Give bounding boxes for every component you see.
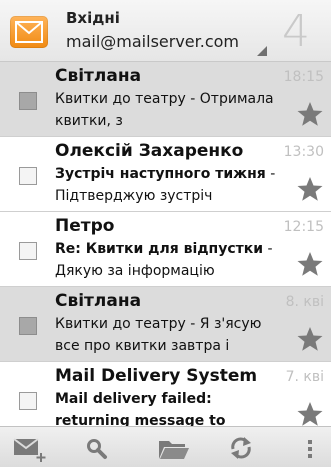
message-subject: Re: Квитки для відпустки [55, 241, 264, 257]
message-sender: Петро [55, 216, 115, 236]
star-icon[interactable] [296, 100, 324, 128]
refresh-icon [231, 437, 251, 459]
folders-button[interactable] [140, 427, 200, 467]
message-sender: Mail Delivery System [55, 366, 258, 386]
folder-name: Вхідні [66, 9, 120, 27]
message-date: 7. кві [285, 369, 324, 385]
overflow-menu-button[interactable] [290, 427, 330, 467]
message-subject: Зустріч наступного тижня [55, 166, 266, 182]
message-checkbox[interactable] [19, 167, 37, 185]
compose-button[interactable] [0, 427, 60, 467]
message-subject: Mail delivery failed: returning message … [55, 391, 226, 429]
message-checkbox[interactable] [19, 317, 37, 335]
message-preview: Re: Квитки для відпустки - Дякую за інфо… [55, 238, 277, 282]
account-email: mail@mailserver.com [66, 32, 239, 51]
message-sender: Олексій Захаренко [55, 141, 244, 161]
message-preview: Квитки до театру - Я з'ясую все про квит… [55, 313, 277, 357]
message-checkbox[interactable] [19, 92, 37, 110]
star-icon[interactable] [296, 250, 324, 278]
message-checkbox[interactable] [19, 242, 37, 260]
refresh-button[interactable] [210, 427, 270, 467]
search-button[interactable] [68, 427, 128, 467]
account-header[interactable]: Вхідні mail@mailserver.com 4 [0, 0, 331, 62]
folder-icon [159, 441, 189, 459]
message-sender: Світлана [55, 66, 142, 86]
message-preview: Зустріч наступного тижня - Підтверджую з… [55, 163, 277, 207]
unread-count: 4 [282, 6, 310, 57]
star-icon[interactable] [296, 175, 324, 203]
overflow-menu-icon [308, 440, 312, 458]
message-row[interactable]: Світлана Квитки до театру - Отримала кви… [0, 62, 331, 137]
message-checkbox[interactable] [19, 392, 37, 410]
message-row[interactable]: Олексій Захаренко Зустріч наступного тиж… [0, 137, 331, 212]
star-icon[interactable] [296, 325, 324, 353]
star-icon[interactable] [296, 400, 324, 428]
message-date: 13:30 [283, 144, 324, 160]
account-dropdown-icon[interactable] [257, 46, 267, 56]
message-row[interactable]: Світлана Квитки до театру - Я з'ясую все… [0, 287, 331, 362]
message-sender: Світлана [55, 291, 142, 311]
message-preview: Квитки до театру - Отримала квитки, з [55, 88, 277, 132]
mail-envelope-icon [10, 16, 48, 48]
message-subject: Квитки до театру [55, 91, 186, 107]
message-subject: Квитки до театру [55, 316, 186, 332]
search-icon [87, 439, 107, 459]
message-row[interactable]: Mail Delivery System Mail delivery faile… [0, 362, 331, 429]
message-date: 18:15 [283, 69, 324, 85]
message-row[interactable]: Петро Re: Квитки для відпустки - Дякую з… [0, 212, 331, 287]
bottom-action-bar [0, 426, 331, 467]
message-date: 12:15 [283, 219, 324, 235]
message-date: 8. кві [285, 294, 324, 310]
compose-icon [13, 438, 46, 462]
